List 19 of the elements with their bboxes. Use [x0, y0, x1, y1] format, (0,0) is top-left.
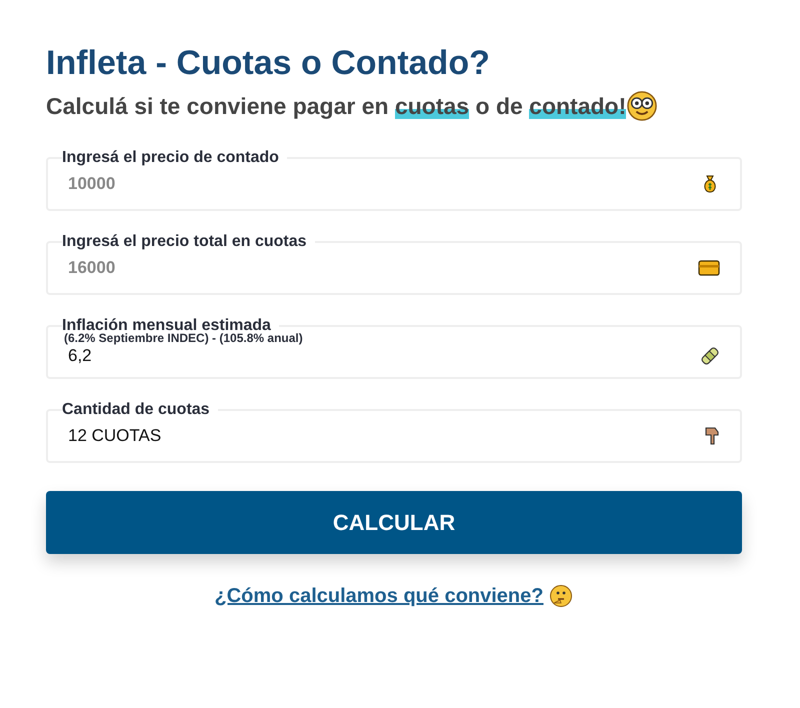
goofy-face-icon — [627, 91, 658, 121]
input-field[interactable]: Ingresá el precio de contado 10000 — [46, 149, 742, 211]
field-input[interactable]: 6,2 — [64, 346, 690, 366]
field-input[interactable]: 12 CUOTAS — [64, 426, 694, 446]
credit-card-icon — [698, 260, 720, 276]
field-label: Ingresá el precio total en cuotas — [62, 233, 308, 251]
field-label: Ingresá el precio de contado — [62, 149, 280, 167]
field-label: Inflación mensual estimada — [62, 317, 271, 334]
field-input[interactable]: 16000 — [64, 258, 688, 278]
input-field[interactable]: Ingresá el precio total en cuotas 16000 — [46, 233, 742, 295]
how-we-calculate-link[interactable]: ¿Cómo calculamos qué conviene? — [214, 584, 544, 608]
field-note: (6.2% Septiembre INDEC) - (105.8% anual) — [64, 331, 304, 345]
field-input[interactable]: 10000 — [64, 174, 690, 194]
input-field[interactable]: Cantidad de cuotas 12 CUOTAS — [46, 401, 742, 463]
field-label: Cantidad de cuotas — [62, 401, 211, 419]
page-title: Infleta - Cuotas o Contado? — [46, 44, 491, 83]
calculate-button[interactable]: CALCULAR — [46, 491, 742, 554]
thinking-face-icon — [549, 584, 574, 608]
input-field[interactable]: Inflación mensual estimada (6.2% Septiembre INDEC) - (105.8% anual) 6,2 — [46, 317, 742, 379]
